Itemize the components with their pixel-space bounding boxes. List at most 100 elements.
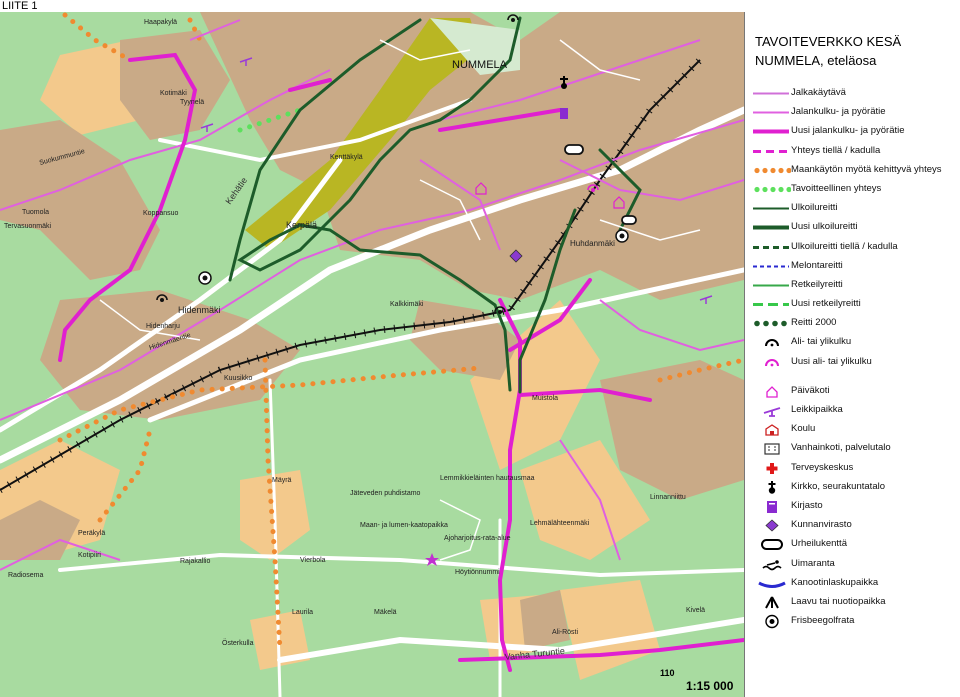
legend-symbol-maankayton-icon xyxy=(754,167,791,173)
legend-label: Laavu tai nuotiopaikka xyxy=(791,595,886,607)
place-lemmikki: Lemmikkieläinten hautausmaa xyxy=(440,475,535,482)
place-kuusikko: Kuusikko xyxy=(224,375,253,382)
legend-symbol-koulu-icon xyxy=(765,424,779,436)
legend-label: Uusi ali- tai ylikulku xyxy=(791,355,872,367)
legend-symbol-vanhainkoti-icon xyxy=(764,443,780,455)
legend-label: Kanootinlaskupaikka xyxy=(791,576,879,588)
legend-item-uusi_retkeilyreitti: Uusi retkeilyreitti xyxy=(745,295,960,314)
legend-symbol-kirjasto-icon xyxy=(767,500,777,513)
sports-field-icon xyxy=(621,215,637,225)
place-tuomola: Tuomola xyxy=(22,209,49,216)
legend-symbol-kirkko-icon xyxy=(768,480,776,494)
legend-item-paivakoti: Päiväkoti xyxy=(745,382,960,401)
legend-item-kirjasto: Kirjasto xyxy=(745,497,960,516)
place-kotimaki: Kotimäki xyxy=(160,90,187,97)
legend-label: Kirjasto xyxy=(791,499,823,511)
legend-item-ulkoilureitti_kadulla: Ulkoilureitti tiellä / kadulla xyxy=(745,238,960,257)
legend-label: Ali- tai ylikulku xyxy=(791,336,852,348)
legend-item-maankayton: Maankäytön myötä kehittyvä yhteys xyxy=(745,161,960,180)
place-hidenmaki: Hidenmäki xyxy=(178,305,221,315)
place-vierbola: Vierbola xyxy=(300,557,326,564)
legend-symbol-uusi_ulkoilureitti-icon xyxy=(753,225,789,230)
legend-item-uusi_jkpp: Uusi jalankulku- ja pyörätie xyxy=(745,122,960,141)
route-network-map[interactable]: 110 Haapakylä Kotimäki Tyynelä Suokummun… xyxy=(0,0,744,697)
legend-label: Urheilukenttä xyxy=(791,538,847,550)
legend-item-yhteys_kadulla: Yhteys tiellä / kadulla xyxy=(745,142,960,161)
legend-symbol-uimaranta-icon xyxy=(762,559,782,570)
legend-item-kanootti: Kanootinlaskupaikka xyxy=(745,574,960,593)
place-hoytionnummi: Höytiönnummi xyxy=(455,569,500,576)
legend-label: Terveyskeskus xyxy=(791,461,854,473)
legend-item-melontareitti: Melontareitti xyxy=(745,257,960,276)
place-radiosema: Radiosema xyxy=(8,572,44,579)
legend-symbol-retkeilyreitti-icon xyxy=(753,284,789,287)
legend-item-uimaranta: Uimaranta xyxy=(745,555,960,574)
legend-label: Jalankulku- ja pyörätie xyxy=(791,106,886,118)
legend-label: Vanhainkoti, palvelutalo xyxy=(791,442,891,454)
legend-symbol-urheilukentta-icon xyxy=(761,539,783,551)
legend-label: Uusi ulkoilureitti xyxy=(791,221,858,233)
grid-number: 110 xyxy=(660,668,675,678)
legend-symbol-terveyskeskus-icon xyxy=(766,462,778,474)
place-rajakallio: Rajakallio xyxy=(180,558,210,565)
legend-panel: TAVOITEVERKKO KESÄ NUMMELA, eteläosa Jal… xyxy=(744,12,960,697)
legend-item-ali_ylikulku: Ali- tai ylikulku xyxy=(745,333,960,352)
route-label: 110 xyxy=(660,668,675,678)
place-linnanniittu: Linnanniittu xyxy=(650,494,686,501)
legend-label: Jalkakäytävä xyxy=(791,87,846,98)
sports-field-icon xyxy=(564,144,584,155)
legend-label: Frisbeegolfrata xyxy=(791,615,855,627)
place-kivela: Kivelä xyxy=(686,607,705,614)
legend-label: Tavoitteellinen yhteys xyxy=(791,182,882,194)
legend-item-koulu: Koulu xyxy=(745,420,960,439)
legend-item-uusi_ali_ylikulku: Uusi ali- tai ylikulku xyxy=(745,353,960,372)
legend-label: Kirkko, seurakuntatalo xyxy=(791,480,885,492)
place-tyynela: Tyynelä xyxy=(180,99,204,106)
legend-title: TAVOITEVERKKO KESÄ NUMMELA, eteläosa xyxy=(755,32,960,70)
place-osterkulla: Österkulla xyxy=(222,639,254,647)
legend-item-kirkko: Kirkko, seurakuntatalo xyxy=(745,478,960,497)
place-kotipiiri: Kotipiiri xyxy=(78,552,101,559)
legend-label: Uusi retkeilyreitti xyxy=(791,298,861,310)
place-laurila: Laurila xyxy=(292,609,313,616)
place-koppansuo: Koppansuo xyxy=(143,210,179,217)
legend-label: Uimaranta xyxy=(791,557,835,569)
place-perakyla: Peräkylä xyxy=(78,530,105,537)
legend-label: Reitti 2000 xyxy=(791,317,837,329)
place-ali-rosti: Ali-Rösti xyxy=(552,629,579,636)
place-jatevesi: Jäteveden puhdistamo xyxy=(350,490,421,497)
place-kerpala: Kerpälä xyxy=(286,220,317,230)
legend-item-retkeilyreitti: Retkeilyreitti xyxy=(745,276,960,295)
legend-item-tavoitteellinen: Tavoitteellinen yhteys xyxy=(745,180,960,199)
legend-label: Päiväkoti xyxy=(791,384,830,396)
legend-symbol-ali_ylikulku-icon xyxy=(765,339,779,347)
legend-symbol-laavu-icon xyxy=(765,596,779,609)
legend-symbol-ulkoilureitti-icon xyxy=(753,207,789,210)
place-ajoharjoitus: Ajoharjoitus-rata-alue xyxy=(444,535,511,542)
legend-item-vanhainkoti: Vanhainkoti, palvelutalo xyxy=(745,439,960,458)
place-haapakyla: Haapakylä xyxy=(144,19,177,26)
legend-list: Jalkakäytävä Jalankulku- ja pyörätie Uusi … xyxy=(745,84,960,631)
legend-item-uusi_ulkoilureitti: Uusi ulkoilureitti xyxy=(745,218,960,237)
place-muistola: Muistola xyxy=(532,395,558,402)
place-mayra: Mäyrä xyxy=(272,477,292,484)
legend-symbol-paivakoti-icon xyxy=(766,385,778,398)
place-lehmalahteenmaki: Lehmälähteenmäki xyxy=(530,520,590,527)
legend-symbol-leikkipaikka-icon xyxy=(763,407,781,417)
legend-label: Melontareitti xyxy=(791,259,843,271)
legend-item-urheilukentta: Urheilukenttä xyxy=(745,535,960,554)
legend-label: Uusi jalankulku- ja pyörätie xyxy=(791,125,905,137)
legend-label: Yhteys tiellä / kadulla xyxy=(791,144,881,156)
legend-item-frisbee: Frisbeegolfrata xyxy=(745,612,960,631)
legend-symbol-ulkoilureitti_kadulla-icon xyxy=(753,245,789,249)
place-hidenharju: Hidenharju xyxy=(146,323,180,330)
place-huhdanmaki: Huhdanmäki xyxy=(570,239,615,248)
legend-spacer xyxy=(745,372,960,382)
legend-item-leikkipaikka: Leikkipaikka xyxy=(745,401,960,420)
legend-symbol-jalkakaytava-icon xyxy=(753,92,789,95)
legend-symbol-uusi_ali_ylikulku-icon xyxy=(765,358,779,367)
place-tervasuonmaki: Tervasuonmäki xyxy=(4,223,52,230)
legend-symbol-uusi_retkeilyreitti-icon xyxy=(753,303,789,307)
legend-symbol-kanootti-icon xyxy=(758,581,786,588)
legend-item-laavu: Laavu tai nuotiopaikka xyxy=(745,593,960,612)
